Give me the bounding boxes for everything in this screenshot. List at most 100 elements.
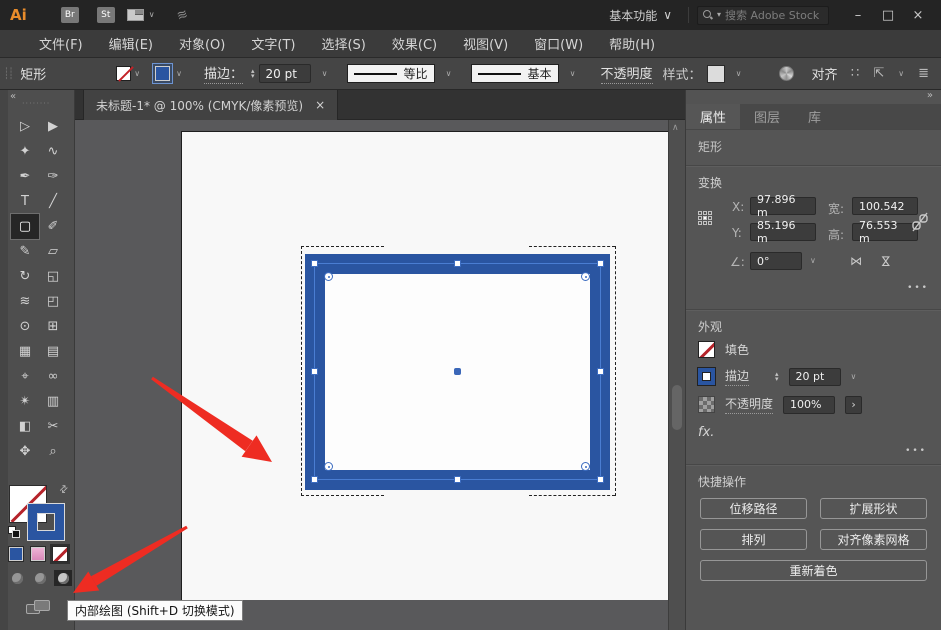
opacity-input[interactable]: 100% bbox=[783, 395, 836, 414]
scrollbar-thumb[interactable] bbox=[672, 385, 682, 430]
arrange-chevron-icon[interactable]: ∨ bbox=[898, 69, 904, 78]
graphic-style-swatch[interactable] bbox=[706, 64, 725, 83]
y-input[interactable]: 85.196 m bbox=[750, 219, 816, 245]
shaper-tool[interactable]: ✎ bbox=[11, 239, 39, 264]
stroke-chevron-icon[interactable]: ∨ bbox=[176, 69, 182, 78]
stepper-down-icon[interactable]: ▾ bbox=[775, 375, 779, 382]
type-tool[interactable]: T bbox=[11, 189, 39, 214]
corner-widget-bottom-right[interactable] bbox=[581, 462, 590, 471]
width-tool[interactable]: ≋ bbox=[11, 289, 39, 314]
stroke-weight-chevron-icon[interactable]: ∨ bbox=[317, 64, 333, 83]
eraser-tool[interactable]: ▱ bbox=[39, 239, 67, 264]
swap-fill-stroke-icon[interactable]: ⇄ bbox=[57, 483, 71, 497]
handle-middle-left[interactable] bbox=[311, 368, 318, 375]
handle-top-center[interactable] bbox=[454, 260, 461, 267]
perspective-grid-tool[interactable]: ⊞ bbox=[39, 314, 67, 339]
tab-libraries[interactable]: 库 bbox=[794, 104, 835, 129]
transform-panel-icon[interactable]: ∷ bbox=[851, 66, 859, 81]
width-input[interactable]: 100.542 bbox=[852, 197, 918, 215]
tab-layers[interactable]: 图层 bbox=[740, 104, 794, 129]
align-label[interactable]: 对齐 bbox=[812, 64, 838, 83]
corner-widget-top-right[interactable] bbox=[581, 272, 590, 281]
hand-tool[interactable]: ✥ bbox=[11, 439, 39, 464]
menu-object[interactable]: 对象(O) bbox=[166, 34, 238, 53]
brush-definition-dropdown[interactable]: 基本 bbox=[470, 64, 559, 83]
x-input[interactable]: 97.896 m bbox=[750, 193, 816, 219]
flip-horizontal-icon[interactable]: ⋈ bbox=[850, 254, 862, 268]
arrange-documents-chevron-icon[interactable]: ∨ bbox=[149, 11, 155, 19]
link-dimensions-icon[interactable] bbox=[911, 211, 929, 236]
mesh-tool[interactable]: ▦ bbox=[11, 339, 39, 364]
profile-chevron-icon[interactable]: ∨ bbox=[441, 64, 457, 83]
appearance-fill-swatch[interactable] bbox=[698, 341, 715, 358]
gradient-tool[interactable]: ▤ bbox=[39, 339, 67, 364]
menu-edit[interactable]: 编辑(E) bbox=[96, 34, 166, 53]
line-segment-tool[interactable]: ╱ bbox=[39, 189, 67, 214]
shape-builder-tool[interactable]: ⊙ bbox=[11, 314, 39, 339]
search-input[interactable]: ▾ 搜索 Adobe Stock bbox=[697, 5, 829, 25]
expand-shape-button[interactable]: 扩展形状 bbox=[820, 498, 927, 519]
free-transform-tool[interactable]: ◰ bbox=[39, 289, 67, 314]
stroke-weight-chevron-icon[interactable]: ∨ bbox=[851, 372, 857, 381]
handle-bottom-center[interactable] bbox=[454, 476, 461, 483]
selection-tool[interactable]: ▷ bbox=[11, 114, 39, 139]
eyedropper-tool[interactable]: ⌖ bbox=[11, 364, 39, 389]
reference-point-selector[interactable] bbox=[698, 211, 714, 227]
draw-inside-button[interactable] bbox=[54, 570, 72, 586]
fill-color-swatch[interactable] bbox=[116, 66, 132, 81]
minimize-button[interactable]: – bbox=[843, 2, 873, 28]
menu-window[interactable]: 窗口(W) bbox=[521, 34, 596, 53]
fill-chevron-icon[interactable]: ∨ bbox=[134, 69, 140, 78]
paintbrush-tool[interactable]: ✐ bbox=[39, 214, 67, 239]
none-button[interactable] bbox=[50, 544, 70, 564]
stepper-down-icon[interactable]: ▾ bbox=[251, 72, 255, 79]
artboard-tool[interactable]: ◧ bbox=[11, 414, 39, 439]
lasso-tool[interactable]: ∿ bbox=[39, 139, 67, 164]
arrange-documents-icon[interactable] bbox=[126, 9, 144, 21]
stroke-color-swatch[interactable] bbox=[152, 63, 174, 84]
offset-path-button[interactable]: 位移路径 bbox=[700, 498, 807, 519]
opacity-panel-link[interactable]: 不透明度 bbox=[600, 63, 653, 84]
workspace-switcher[interactable]: 基本功能 ∨ bbox=[601, 4, 680, 27]
center-point[interactable] bbox=[454, 368, 461, 375]
opacity-options-button[interactable]: › bbox=[845, 395, 863, 414]
flip-vertical-icon[interactable]: ⋈ bbox=[879, 255, 893, 267]
default-fill-stroke-icon[interactable] bbox=[8, 526, 21, 539]
menu-select[interactable]: 选择(S) bbox=[308, 34, 378, 53]
stroke-indicator[interactable] bbox=[28, 504, 64, 540]
appearance-fill-label[interactable]: 填色 bbox=[725, 341, 749, 358]
appearance-stroke-stepper[interactable]: ▴ ▾ bbox=[775, 370, 779, 382]
handle-bottom-right[interactable] bbox=[597, 476, 604, 483]
zoom-tool[interactable]: ⌕ bbox=[39, 439, 67, 464]
appearance-opacity-label[interactable]: 不透明度 bbox=[725, 395, 774, 414]
menu-file[interactable]: 文件(F) bbox=[26, 34, 96, 53]
search-scope-chevron-icon[interactable]: ▾ bbox=[717, 11, 721, 19]
style-chevron-icon[interactable]: ∨ bbox=[731, 64, 747, 83]
slice-tool[interactable]: ✂ bbox=[39, 414, 67, 439]
vertical-scrollbar[interactable]: ∧ bbox=[668, 120, 685, 630]
tab-properties[interactable]: 属性 bbox=[686, 104, 741, 129]
column-graph-tool[interactable]: ▥ bbox=[39, 389, 67, 414]
corner-widget-top-left[interactable] bbox=[324, 272, 333, 281]
menu-help[interactable]: 帮助(H) bbox=[596, 34, 668, 53]
document-tab[interactable]: 未标题-1* @ 100% (CMYK/像素预览) × bbox=[83, 90, 339, 120]
height-input[interactable]: 76.553 m bbox=[852, 219, 918, 245]
stroke-weight-input[interactable]: 20 pt bbox=[258, 64, 311, 83]
maximize-button[interactable]: □ bbox=[873, 2, 903, 28]
draw-behind-button[interactable] bbox=[31, 570, 49, 586]
handle-bottom-left[interactable] bbox=[311, 476, 318, 483]
panel-expand-icon[interactable]: » bbox=[927, 90, 933, 101]
transform-more-options[interactable]: ••• bbox=[907, 283, 929, 293]
rectangle-tool[interactable]: ▢ bbox=[10, 213, 40, 240]
recolor-button[interactable]: 重新着色 bbox=[700, 560, 927, 581]
appearance-stroke-swatch[interactable] bbox=[698, 368, 715, 385]
scale-tool[interactable]: ◱ bbox=[39, 264, 67, 289]
rotate-tool[interactable]: ↻ bbox=[11, 264, 39, 289]
angle-chevron-icon[interactable]: ∨ bbox=[810, 257, 816, 265]
menu-type[interactable]: 文字(T) bbox=[238, 34, 308, 53]
angle-input[interactable]: 0° bbox=[750, 252, 802, 270]
arrange-icon[interactable]: ⇱ bbox=[873, 66, 884, 81]
align-pixel-grid-button[interactable]: 对齐像素网格 bbox=[820, 529, 927, 550]
appearance-more-options[interactable]: ••• bbox=[686, 446, 941, 464]
effects-button[interactable]: fx. bbox=[686, 423, 941, 446]
